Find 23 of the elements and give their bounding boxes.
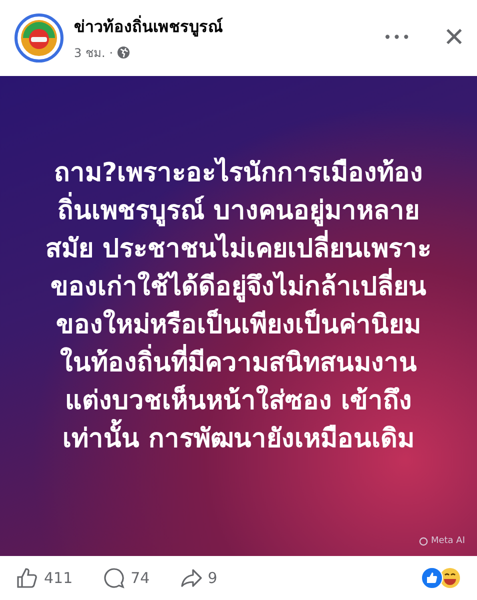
more-options-button[interactable]: ••• — [383, 30, 412, 46]
reactions-icon — [421, 567, 461, 589]
action-count: 411 — [44, 569, 73, 587]
post-text-line: ของใหม่หรือเป็นเพียงเป็นค่านิยม — [56, 308, 421, 342]
post-text-line: ถิ่นเพชรบูรณ์ บางคนอยู่มาหลาย — [57, 193, 420, 229]
author-name[interactable]: ข่าวท้องถิ่นเพชรบูรณ์ — [74, 14, 374, 39]
thumbs-up-icon[interactable] — [16, 567, 38, 589]
action-count: 74 — [130, 569, 150, 587]
share-icon[interactable] — [180, 567, 202, 589]
post-text-line: ในท้องถิ่นที่มีความสนิทสนมงาน — [60, 345, 417, 381]
comment-icon[interactable] — [102, 567, 125, 589]
image-credit: Meta AI — [430, 536, 465, 546]
post-text-line: ของเก่าใช้ได้ดีอยู่จึงไม่กล้าเปลี่ยน — [50, 269, 426, 305]
post-time[interactable]: 3 ชม. — [74, 43, 106, 62]
ring-icon — [418, 536, 428, 546]
separator: · — [109, 46, 114, 60]
close-button[interactable]: ✕ — [443, 23, 465, 53]
post-text-line: ถาม?เพราะอะไรนักการเมืองท้อง — [54, 156, 424, 190]
post-text-line: เท่านั้น การพัฒนายังเหมือนเดิม — [62, 421, 415, 457]
post-text-line: สมัย ประชาชนไม่เคยเปลี่ยนเพราะ — [45, 231, 432, 267]
globe-icon — [117, 46, 130, 59]
action-count: 9 — [208, 569, 218, 587]
post-text-line: แต่งบวชเห็นหน้าใส่ซอง เข้าถึง — [64, 384, 412, 418]
